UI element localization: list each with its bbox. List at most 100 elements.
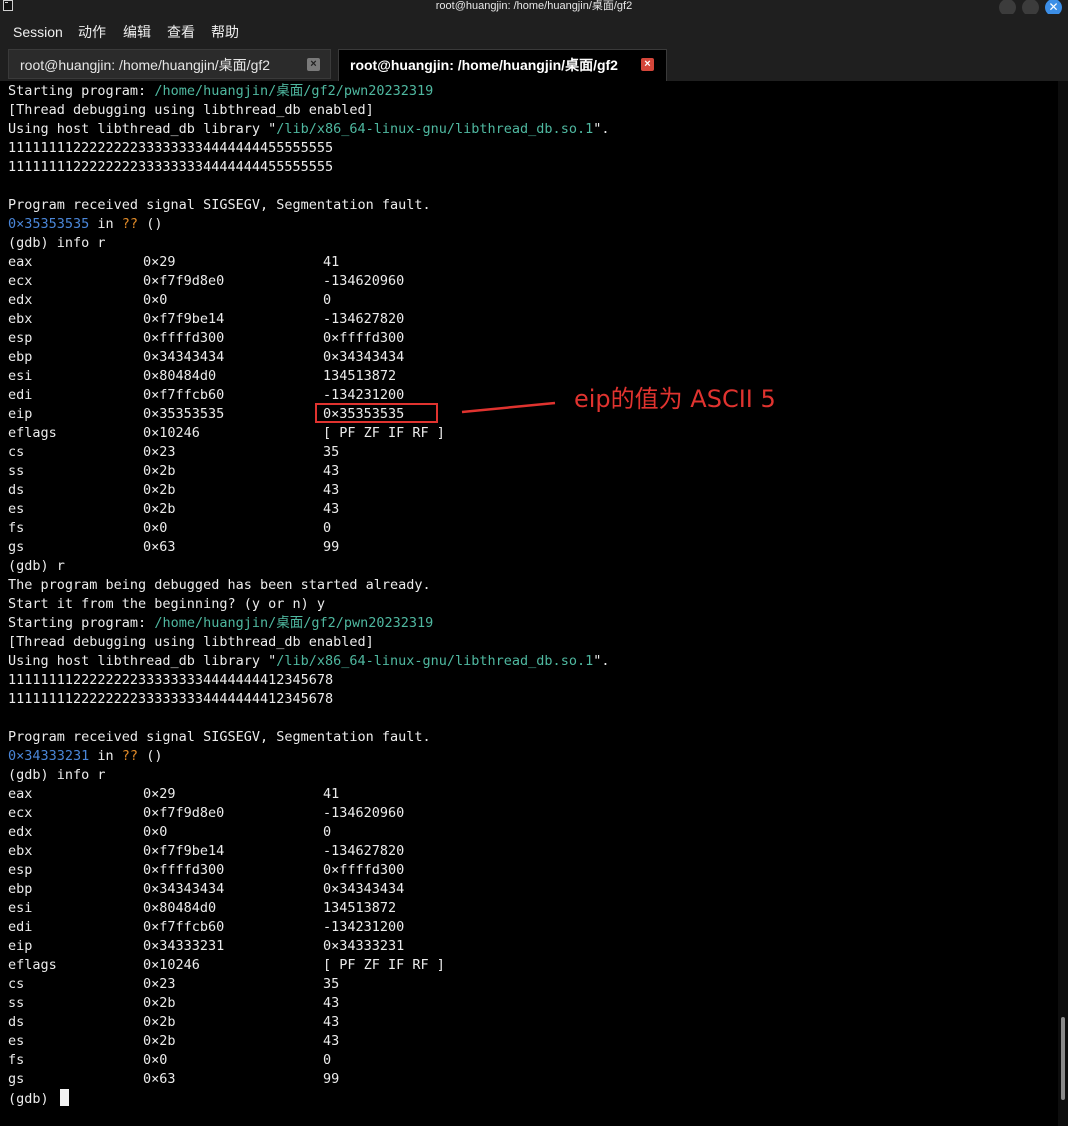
vertical-scrollbar[interactable]: [1058, 81, 1068, 1126]
program-path: /home/huangjin/桌面/gf2/pwn20232319: [154, 615, 434, 631]
register-name: eip: [8, 406, 33, 422]
register-value: 43: [323, 501, 340, 517]
register-name: eip: [8, 938, 33, 954]
register-name: ds: [8, 482, 25, 498]
register-hex: 0×23: [143, 976, 176, 992]
terminal-line: Start it from the beginning? (y or n) y: [8, 596, 325, 612]
register-name: ebx: [8, 311, 33, 327]
gdb-prompt[interactable]: (gdb): [8, 1089, 69, 1108]
register-name: eax: [8, 254, 33, 270]
signal-message: Program received signal SIGSEGV, Segment…: [8, 197, 431, 213]
signal-message: Program received signal SIGSEGV, Segment…: [8, 729, 431, 745]
register-value: -134620960: [323, 805, 405, 821]
terminal-line: Using host libthread_db library "/lib/x8…: [8, 652, 609, 671]
register-value: 35: [323, 976, 340, 992]
menu-view[interactable]: 查看: [167, 23, 195, 41]
menu-actions[interactable]: 动作: [78, 23, 106, 41]
register-value: 43: [323, 1033, 340, 1049]
terminal-output[interactable]: Starting program: /home/huangjin/桌面/gf2/…: [0, 81, 1058, 1126]
register-name: esp: [8, 862, 33, 878]
register-value: 41: [323, 786, 340, 802]
register-hex: 0×10246: [143, 425, 200, 441]
gdb-command: (gdb) info r: [8, 235, 106, 251]
terminal-line: Starting program: /home/huangjin/桌面/gf2/…: [8, 82, 433, 101]
program-output: 1111111122222222333333334444444412345678: [8, 691, 334, 707]
register-hex: 0×10246: [143, 957, 200, 973]
terminal-line: [Thread debugging using libthread_db ena…: [8, 102, 374, 118]
register-value: [ PF ZF IF RF ]: [323, 425, 445, 441]
register-hex: 0×80484d0: [143, 900, 217, 916]
register-name: edx: [8, 292, 33, 308]
register-value: 0×ffffd300: [323, 862, 405, 878]
gdb-command: (gdb) info r: [8, 767, 106, 783]
text: Using host libthread_db library ": [8, 653, 277, 669]
register-hex: 0×0: [143, 824, 168, 840]
register-hex: 0×2b: [143, 1033, 176, 1049]
register-value: 35: [323, 444, 340, 460]
register-value: 0×34343434: [323, 349, 405, 365]
register-name: esi: [8, 900, 33, 916]
library-path: /lib/x86_64-linux-gnu/libthread_db.so.1: [276, 653, 594, 669]
register-name: eflags: [8, 957, 57, 973]
register-hex: 0×34343434: [143, 881, 225, 897]
register-name: ss: [8, 463, 25, 479]
crash-location: 0×34333231 in ?? (): [8, 747, 162, 766]
menu-bar: Session 动作 编辑 查看 帮助: [0, 14, 1068, 47]
tab-close-icon[interactable]: ×: [307, 58, 320, 71]
text: in: [89, 216, 122, 232]
tab-close-icon[interactable]: ×: [641, 58, 654, 71]
text: ".: [593, 653, 610, 669]
register-value: 0×ffffd300: [323, 330, 405, 346]
program-output: 1111111122222222333333334444444455555555: [8, 140, 334, 156]
text: (): [138, 216, 163, 232]
menu-help[interactable]: 帮助: [211, 23, 239, 41]
register-hex: 0×34343434: [143, 349, 225, 365]
crash-address: 0×35353535: [8, 216, 90, 232]
terminal-line: [Thread debugging using libthread_db ena…: [8, 634, 374, 650]
register-value: 99: [323, 1071, 340, 1087]
register-value: 99: [323, 539, 340, 555]
text: (): [138, 748, 163, 764]
program-path: /home/huangjin/桌面/gf2/pwn20232319: [154, 83, 434, 99]
title-bar: root@huangjin: /home/huangjin/桌面/gf2 ✕: [0, 0, 1068, 16]
register-name: esi: [8, 368, 33, 384]
register-hex: 0×0: [143, 520, 168, 536]
menu-session[interactable]: Session: [13, 23, 63, 41]
register-value: 41: [323, 254, 340, 270]
register-name: fs: [8, 1052, 25, 1068]
register-name: ds: [8, 1014, 25, 1030]
terminal-line: The program being debugged has been star…: [8, 577, 431, 593]
register-value: 43: [323, 995, 340, 1011]
register-value: -134231200: [323, 919, 405, 935]
register-hex: 0×ffffd300: [143, 862, 225, 878]
scrollbar-thumb[interactable]: [1061, 1017, 1065, 1100]
terminal-line: Using host libthread_db library "/lib/x8…: [8, 120, 609, 139]
register-value: -134627820: [323, 843, 405, 859]
unknown-symbol: ??: [121, 216, 139, 232]
register-hex: 0×0: [143, 1052, 168, 1068]
menu-edit[interactable]: 编辑: [123, 23, 151, 41]
register-name: gs: [8, 1071, 25, 1087]
register-name: ebx: [8, 843, 33, 859]
register-hex: 0×80484d0: [143, 368, 217, 384]
tab-terminal-1[interactable]: root@huangjin: /home/huangjin/桌面/gf2 ×: [8, 49, 331, 79]
tab-terminal-2[interactable]: root@huangjin: /home/huangjin/桌面/gf2 ×: [338, 49, 667, 81]
gdb-command: (gdb) r: [8, 558, 65, 574]
register-name: es: [8, 1033, 25, 1049]
register-value: -134627820: [323, 311, 405, 327]
register-hex: 0×0: [143, 292, 168, 308]
text: Starting program:: [8, 83, 155, 99]
crash-location: 0×35353535 in ?? (): [8, 215, 162, 234]
register-name: es: [8, 501, 25, 517]
register-name: edx: [8, 824, 33, 840]
register-hex: 0×ffffd300: [143, 330, 225, 346]
tab-bar: root@huangjin: /home/huangjin/桌面/gf2 × r…: [0, 47, 1068, 81]
register-hex: 0×2b: [143, 501, 176, 517]
register-hex: 0×2b: [143, 482, 176, 498]
program-output: 1111111122222222333333334444444455555555: [8, 159, 334, 175]
register-name: edi: [8, 919, 33, 935]
register-hex: 0×23: [143, 444, 176, 460]
register-hex: 0×f7f9d8e0: [143, 805, 225, 821]
register-value: -134620960: [323, 273, 405, 289]
register-name: cs: [8, 444, 25, 460]
